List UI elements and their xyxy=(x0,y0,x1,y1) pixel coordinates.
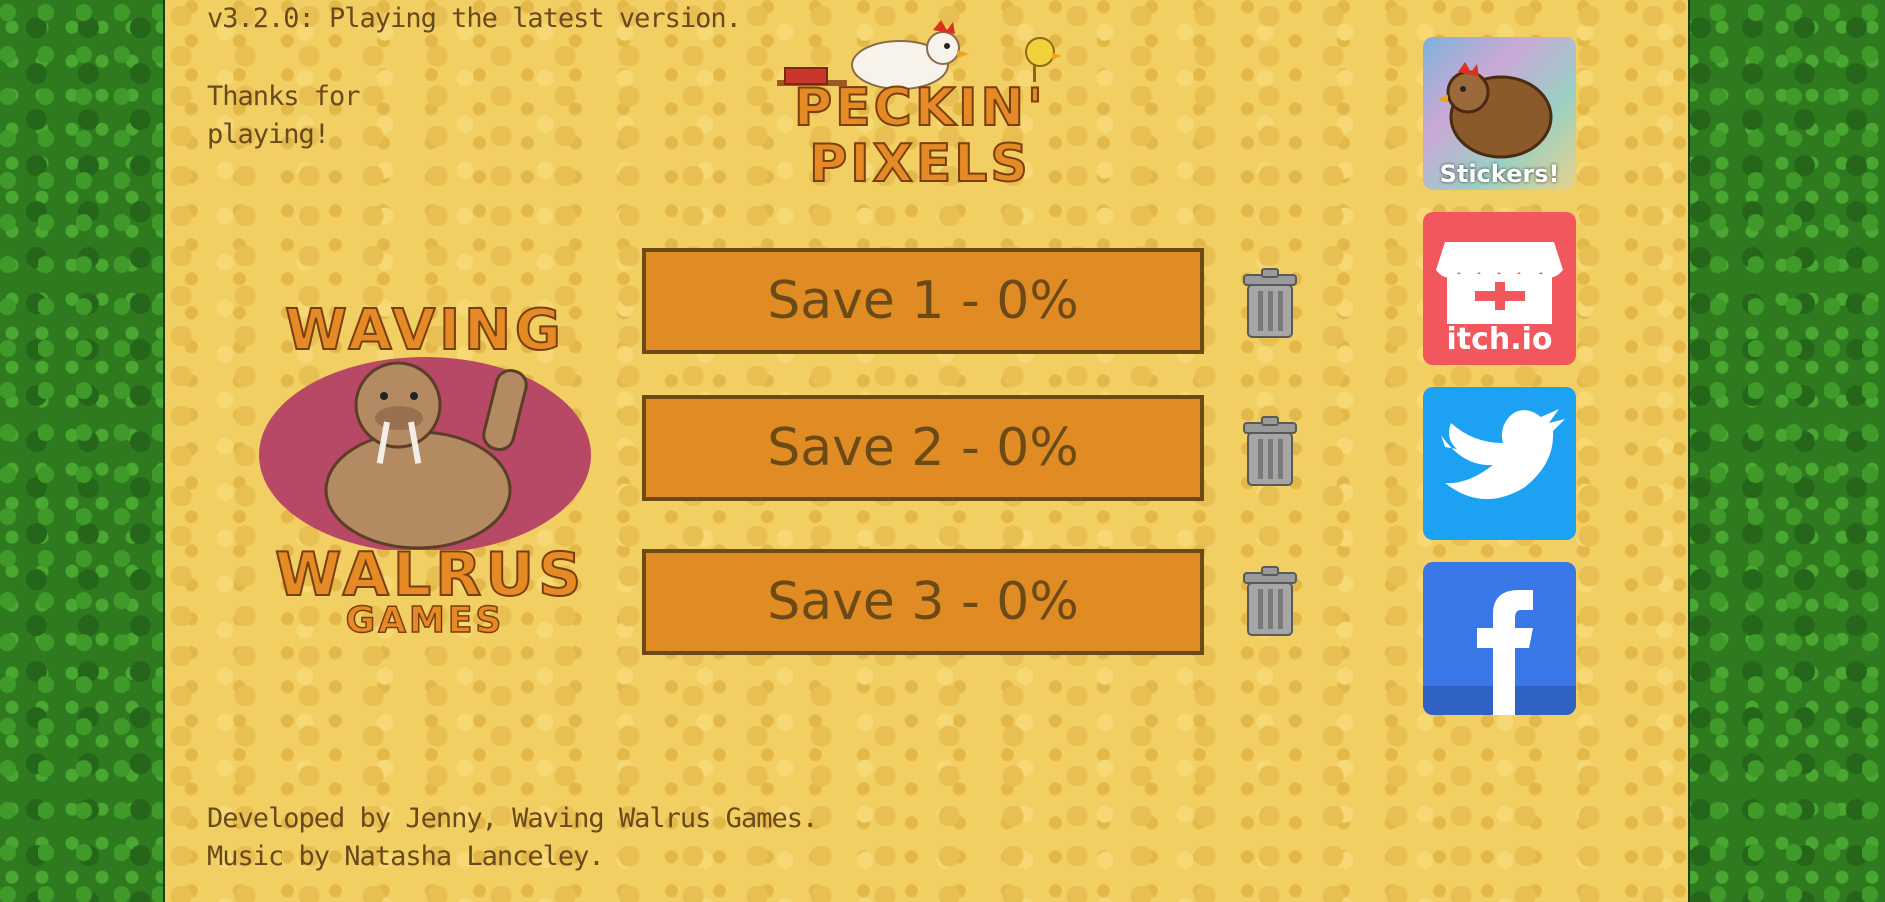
stickers-label: Stickers! xyxy=(1439,160,1560,188)
facebook-link[interactable] xyxy=(1423,562,1576,715)
save-slot-3-button[interactable]: Save 3 - 0% xyxy=(642,549,1204,655)
itch-io-link[interactable]: itch.io xyxy=(1423,212,1576,365)
delete-save-2-trash-icon[interactable] xyxy=(1240,415,1300,487)
credits-music: Music by Natasha Lanceley. xyxy=(207,841,605,872)
save-slot-2-button[interactable]: Save 2 - 0% xyxy=(642,395,1204,501)
twitter-bird-icon xyxy=(1441,409,1565,500)
delete-save-3-trash-icon[interactable] xyxy=(1240,565,1300,637)
game-title-line1: PECKIN' xyxy=(793,78,1046,138)
delete-save-1-trash-icon[interactable] xyxy=(1240,267,1300,339)
twitter-link[interactable] xyxy=(1423,387,1576,540)
credits-developer: Developed by Jenny, Waving Walrus Games. xyxy=(207,803,818,834)
itch-io-label: itch.io xyxy=(1446,322,1553,357)
walrus-logo-icon xyxy=(259,357,591,550)
game-title-logo: PECKIN' PIXELS xyxy=(790,78,1050,194)
credits: Developed by Jenny, Waving Walrus Games.… xyxy=(207,800,818,876)
stickers-link[interactable]: Stickers! xyxy=(1423,37,1576,190)
game-title-line2: PIXELS xyxy=(808,134,1031,194)
facebook-icon xyxy=(1423,590,1576,715)
thanks-text: Thanks for playing! xyxy=(207,81,361,150)
save-slot-1-button[interactable]: Save 1 - 0% xyxy=(642,248,1204,354)
version-text: v3.2.0: Playing the latest version. xyxy=(207,3,742,34)
studio-logo-line3: GAMES xyxy=(345,599,505,642)
